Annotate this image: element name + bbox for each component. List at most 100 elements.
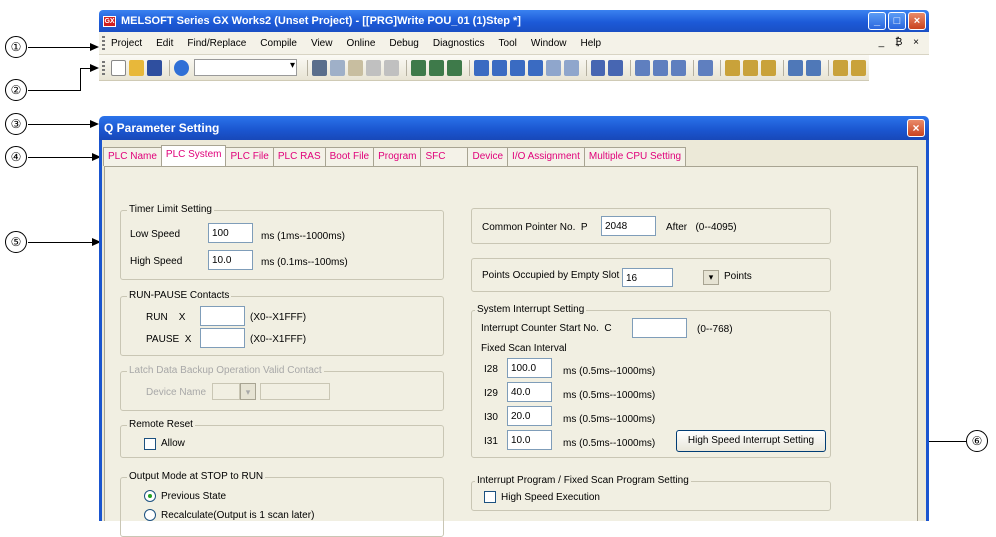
toolbar-separator — [828, 59, 830, 76]
tab-device[interactable]: Device — [467, 147, 509, 166]
i30-input[interactable] — [507, 406, 552, 426]
device-test-icon[interactable] — [563, 59, 579, 76]
i29-input[interactable] — [507, 382, 552, 402]
simulation-start-icon[interactable] — [590, 59, 606, 76]
device-batch-icon[interactable] — [527, 59, 543, 76]
device-number-input — [260, 383, 330, 400]
tab-sfc[interactable]: SFC — [420, 147, 469, 166]
zoom-icon[interactable] — [833, 59, 848, 76]
menu-debug[interactable]: Debug — [389, 38, 418, 49]
parameter-icon[interactable] — [698, 59, 714, 76]
previous-state-radio[interactable] — [144, 490, 156, 502]
callout-2-arrow-right — [80, 68, 90, 69]
recalculate-radio[interactable] — [144, 509, 156, 521]
monitor-stop-icon[interactable] — [491, 59, 507, 76]
cross-reference-icon[interactable] — [806, 59, 822, 76]
tab-program[interactable]: Program — [373, 147, 422, 166]
ladder-contact-icon[interactable] — [725, 59, 741, 76]
save-icon[interactable] — [146, 59, 162, 76]
menu-tool[interactable]: Tool — [499, 38, 517, 49]
toolbar-separator — [585, 59, 587, 76]
menu-help[interactable]: Help — [580, 38, 601, 49]
ladder-line-icon[interactable] — [761, 59, 777, 76]
menu-compile[interactable]: Compile — [260, 38, 297, 49]
dialog-close-button[interactable]: × — [907, 119, 925, 137]
toolbar-separator — [783, 59, 785, 76]
verify-plc-icon[interactable] — [446, 59, 462, 76]
callout-1-arrow — [28, 47, 90, 48]
buffer-memory-icon[interactable] — [545, 59, 561, 76]
high-speed-execution-checkbox[interactable] — [484, 491, 496, 503]
high-speed-input[interactable] — [208, 250, 253, 270]
paste-icon[interactable] — [347, 59, 363, 76]
write-plc-icon[interactable] — [410, 59, 426, 76]
run-input[interactable] — [200, 306, 245, 326]
callout-1-arrowhead — [90, 43, 99, 51]
low-speed-input[interactable] — [208, 223, 253, 243]
run-pause-group: RUN-PAUSE Contacts — [120, 290, 444, 356]
pause-input[interactable] — [200, 328, 245, 348]
dialog-title: Q Parameter Setting — [104, 121, 220, 135]
menu-view[interactable]: View — [311, 38, 333, 49]
tab-multiple-cpu-setting[interactable]: Multiple CPU Setting — [583, 147, 687, 166]
system-monitor-icon[interactable] — [671, 59, 687, 76]
tab-boot-file[interactable]: Boot File — [324, 147, 375, 166]
tab-io-assignment[interactable]: I/O Assignment — [507, 147, 585, 166]
output-mode-label: Output Mode at STOP to RUN — [127, 471, 266, 482]
search-device-icon[interactable] — [788, 59, 804, 76]
cut-icon[interactable] — [311, 59, 327, 76]
allow-label: Allow — [161, 438, 185, 449]
menu-find-replace[interactable]: Find/Replace — [187, 38, 246, 49]
empty-slot-unit: Points — [724, 271, 752, 282]
toolbar-separator — [405, 59, 407, 76]
read-plc-icon[interactable] — [428, 59, 444, 76]
tab-plc-ras[interactable]: PLC RAS — [272, 147, 326, 166]
callout-3-arrow — [28, 124, 90, 125]
tab-plc-file[interactable]: PLC File — [225, 147, 274, 166]
comment-icon[interactable] — [851, 59, 866, 76]
open-folder-icon[interactable] — [128, 59, 144, 76]
close-button[interactable]: × — [908, 12, 926, 30]
menu-online[interactable]: Online — [346, 38, 375, 49]
toolbar-separator — [468, 59, 470, 76]
monitor-start-icon[interactable] — [473, 59, 489, 76]
toolbar-separator — [693, 59, 695, 76]
toolbar-separator — [720, 59, 722, 76]
maximize-button[interactable]: □ — [888, 12, 906, 30]
common-pointer-input[interactable] — [601, 216, 656, 236]
callout-2-arrow-up — [80, 68, 81, 91]
menu-grip-icon[interactable] — [102, 36, 105, 50]
help-icon[interactable] — [173, 59, 189, 76]
minimize-button[interactable]: _ — [868, 12, 886, 30]
tab-plc-system[interactable]: PLC System — [160, 145, 227, 166]
mdi-controls[interactable]: _ ₿ × — [879, 37, 923, 48]
callout-5-arrow — [28, 242, 92, 243]
empty-slot-combo[interactable]: 16 — [622, 268, 673, 287]
ladder-coil-icon[interactable] — [743, 59, 759, 76]
undo-icon[interactable] — [365, 59, 381, 76]
callout-2: ② — [5, 79, 27, 101]
app-title-bar[interactable]: GX MELSOFT Series GX Works2 (Unset Proje… — [99, 10, 929, 32]
empty-slot-dropdown-icon[interactable]: ▾ — [703, 270, 719, 285]
copy-icon[interactable] — [329, 59, 345, 76]
toolbar-combo[interactable] — [193, 59, 297, 76]
plc-diagnostics-icon[interactable] — [635, 59, 651, 76]
network-diagnostics-icon[interactable] — [653, 59, 669, 76]
simulation-stop-icon[interactable] — [608, 59, 624, 76]
menu-project[interactable]: Project — [111, 38, 142, 49]
watch-icon[interactable] — [509, 59, 525, 76]
menu-window[interactable]: Window — [531, 38, 567, 49]
i28-input[interactable] — [507, 358, 552, 378]
menu-edit[interactable]: Edit — [156, 38, 173, 49]
dialog-title-bar[interactable]: Q Parameter Setting × — [99, 116, 929, 140]
high-speed-interrupt-setting-button[interactable]: High Speed Interrupt Setting — [676, 430, 826, 452]
redo-icon[interactable] — [383, 59, 399, 76]
interrupt-counter-input[interactable] — [632, 318, 687, 338]
tab-plc-name[interactable]: PLC Name — [103, 147, 162, 166]
interrupt-counter-label: Interrupt Counter Start No. C — [481, 323, 612, 334]
toolbar-grip-icon[interactable] — [102, 60, 105, 75]
menu-diagnostics[interactable]: Diagnostics — [433, 38, 485, 49]
i31-input[interactable] — [507, 430, 552, 450]
new-file-icon[interactable] — [110, 59, 126, 76]
allow-checkbox[interactable] — [144, 438, 156, 450]
